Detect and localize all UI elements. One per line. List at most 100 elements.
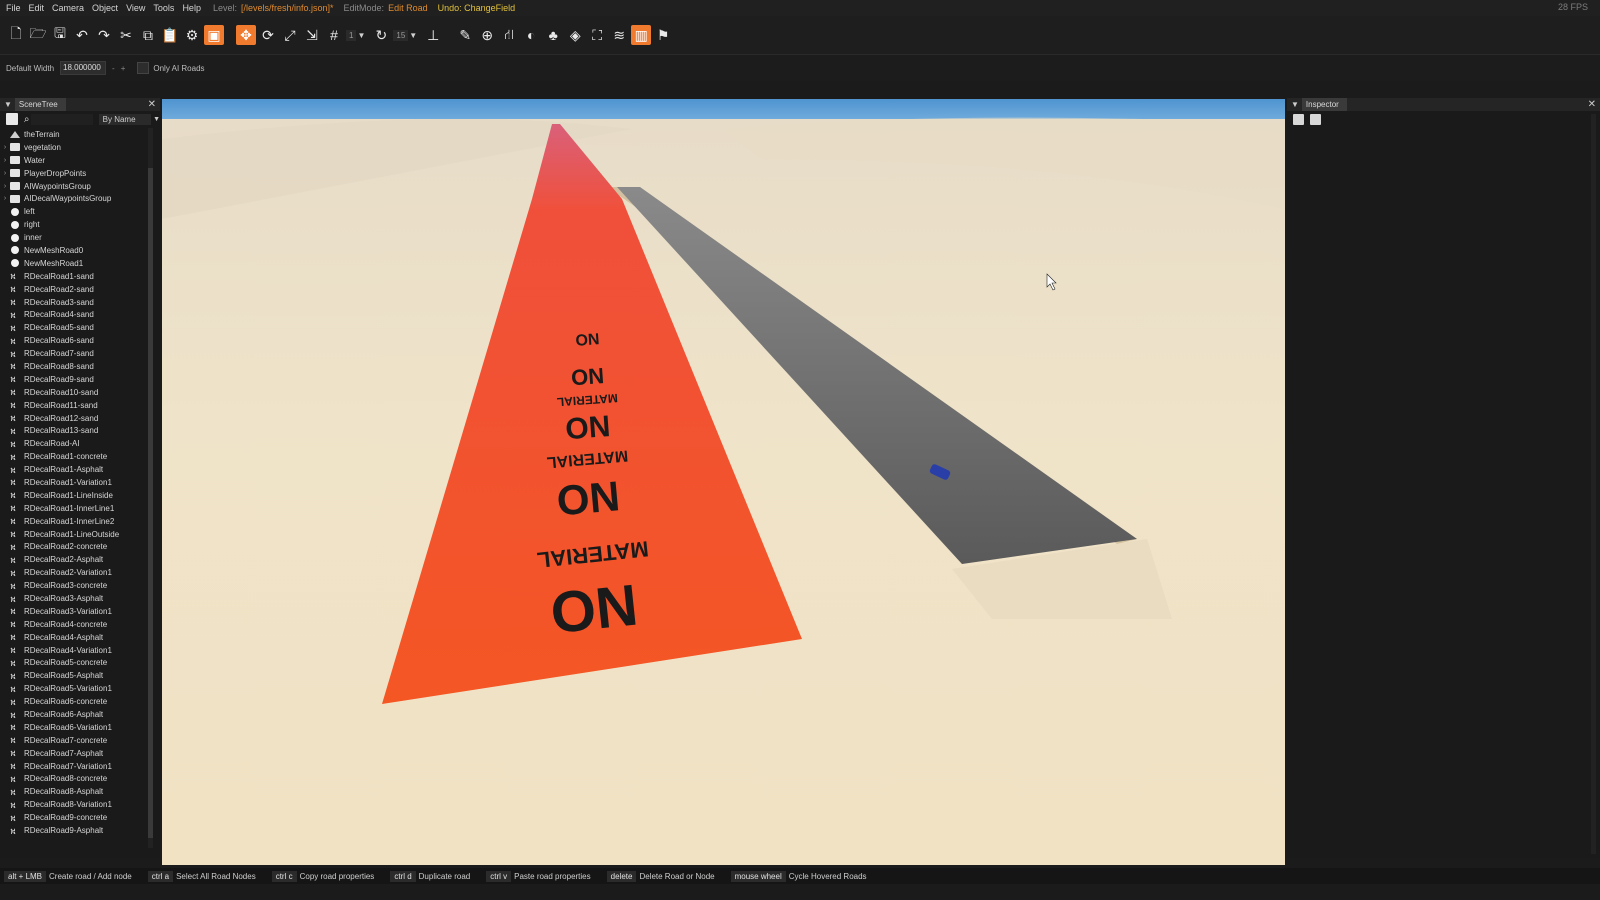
- scene-tree-item[interactable]: ⛕ RDecalRoad8-Variation1: [0, 798, 150, 811]
- new-file-icon[interactable]: 🗋: [6, 25, 26, 45]
- sort-dropdown-arrow-icon[interactable]: ▼: [153, 116, 160, 123]
- scene-tree-item[interactable]: › AIDecalWaypointsGroup: [0, 192, 150, 205]
- mesh-road-icon[interactable]: ▥: [631, 25, 652, 45]
- decal-icon[interactable]: ⛶: [587, 25, 607, 45]
- forest-icon[interactable]: ♣: [543, 25, 563, 45]
- settings-gear-icon[interactable]: ⚙: [182, 25, 202, 45]
- close-icon[interactable]: ✕: [148, 99, 156, 110]
- width-increment-button[interactable]: +: [121, 64, 126, 73]
- layers-icon[interactable]: ◈: [565, 25, 585, 45]
- scene-tree-item[interactable]: ⛕ RDecalRoad5-concrete: [0, 657, 150, 670]
- scene-tree-item[interactable]: ⛕ RDecalRoad4-concrete: [0, 618, 150, 631]
- scene-tree-item[interactable]: ⛕ RDecalRoad6-concrete: [0, 695, 150, 708]
- scene-tree-item[interactable]: ⛕ RDecalRoad5-Asphalt: [0, 669, 150, 682]
- scene-tree-item[interactable]: › vegetation: [0, 141, 150, 154]
- only-ai-roads-checkbox[interactable]: [137, 62, 150, 74]
- open-folder-icon[interactable]: 🗁: [28, 25, 48, 45]
- expand-arrow-icon[interactable]: ›: [0, 170, 10, 177]
- scene-tree-item[interactable]: ⛕ RDecalRoad2-Variation1: [0, 566, 150, 579]
- scene-tree-item[interactable]: ⛕ RDecalRoad4-Variation1: [0, 644, 150, 657]
- menu-tools[interactable]: Tools: [153, 3, 174, 13]
- default-width-input[interactable]: 18.000000: [60, 61, 107, 75]
- menu-camera[interactable]: Camera: [52, 3, 84, 13]
- expand-arrow-icon[interactable]: ›: [0, 183, 10, 190]
- scene-tree-item[interactable]: ⛕ RDecalRoad7-sand: [0, 347, 150, 360]
- scene-tree-item[interactable]: ⛕ RDecalRoad1-LineOutside: [0, 528, 150, 541]
- rotation-snap-value[interactable]: 15: [393, 29, 409, 41]
- scene-tree-item[interactable]: ⛕ RDecalRoad6-Variation1: [0, 721, 150, 734]
- scene-tree-item[interactable]: ⛕ RDecalRoad6-Asphalt: [0, 708, 150, 721]
- expand-arrow-icon[interactable]: ›: [0, 144, 10, 151]
- menu-object[interactable]: Object: [92, 3, 118, 13]
- scene-tree-item[interactable]: › AIWaypointsGroup: [0, 180, 150, 193]
- inspector-options-icon[interactable]: [1310, 113, 1321, 125]
- scene-tree-item[interactable]: NewMeshRoad1: [0, 257, 150, 270]
- menu-view[interactable]: View: [126, 3, 145, 13]
- scene-tree-tab[interactable]: SceneTree: [14, 98, 66, 111]
- scene-tree-item[interactable]: ⛕ RDecalRoad3-concrete: [0, 579, 150, 592]
- scene-tree-item[interactable]: ⛕ RDecalRoad8-concrete: [0, 773, 150, 786]
- road-icon[interactable]: ⛙: [499, 25, 519, 45]
- scene-tree-item[interactable]: ⛕ RDecalRoad10-sand: [0, 386, 150, 399]
- scene-tree-item[interactable]: ⛕ RDecalRoad5-Variation1: [0, 682, 150, 695]
- scene-tree-item[interactable]: ⛕ RDecalRoad1-Variation1: [0, 476, 150, 489]
- scene-tree-item[interactable]: ⛕ RDecalRoad4-sand: [0, 308, 150, 321]
- road-editor-icon[interactable]: ▣: [204, 25, 224, 45]
- scene-tree-item[interactable]: ⛕ RDecalRoad11-sand: [0, 399, 150, 412]
- snap-bounds-icon[interactable]: ⇲: [302, 25, 322, 45]
- width-decrement-button[interactable]: -: [112, 64, 115, 73]
- save-icon[interactable]: 🖫: [50, 25, 70, 45]
- scene-tree-item[interactable]: ⛕ RDecalRoad7-Asphalt: [0, 747, 150, 760]
- scene-tree-scrollbar[interactable]: [148, 128, 153, 848]
- scene-tree-item[interactable]: ⛕ RDecalRoad1-InnerLine2: [0, 515, 150, 528]
- terrain-paint-icon[interactable]: ◐: [521, 25, 541, 45]
- scene-tree-item[interactable]: ⛕ RDecalRoad2-sand: [0, 283, 150, 296]
- scene-tree-item[interactable]: ⛕ RDecalRoad3-sand: [0, 296, 150, 309]
- viewport-scene[interactable]: NO MATERIAL NO MATERIAL NO MATERIAL NO N…: [162, 99, 1285, 865]
- inspector-scrollbar[interactable]: [1591, 114, 1596, 854]
- paste-icon[interactable]: 📋: [160, 25, 180, 45]
- scene-tree-item[interactable]: ⛕ RDecalRoad5-sand: [0, 321, 150, 334]
- undo-icon[interactable]: ↶: [72, 25, 92, 45]
- scene-tree-item[interactable]: ⛕ RDecalRoad2-Asphalt: [0, 553, 150, 566]
- scene-tree-item[interactable]: ⛕ RDecalRoad9-sand: [0, 373, 150, 386]
- scene-tree-item[interactable]: ⛕ RDecalRoad4-Asphalt: [0, 631, 150, 644]
- redo-icon[interactable]: ↷: [94, 25, 114, 45]
- scene-tree-item[interactable]: left: [0, 205, 150, 218]
- scene-tree-item[interactable]: ⛕ RDecalRoad7-concrete: [0, 734, 150, 747]
- expand-arrow-icon[interactable]: ›: [0, 195, 10, 202]
- inspector-collapse-arrow-icon[interactable]: ▼: [1291, 100, 1299, 109]
- scene-tree-item[interactable]: › PlayerDropPoints: [0, 167, 150, 180]
- pencil-icon[interactable]: ✎: [455, 25, 475, 45]
- search-input[interactable]: [31, 113, 93, 125]
- sort-dropdown[interactable]: By Name: [98, 113, 152, 125]
- scene-tree-item[interactable]: theTerrain: [0, 128, 150, 141]
- rotation-dropdown-icon[interactable]: ▼: [409, 31, 417, 40]
- scene-tree-item[interactable]: ⛕ RDecalRoad7-Variation1: [0, 760, 150, 773]
- add-node-icon[interactable]: ⊕: [477, 25, 497, 45]
- expand-arrow-icon[interactable]: ›: [0, 157, 10, 164]
- copy-icon[interactable]: ⧉: [138, 25, 158, 45]
- drop-to-ground-icon[interactable]: ⊥: [423, 25, 443, 45]
- scene-tree-item[interactable]: ⛕ RDecalRoad12-sand: [0, 412, 150, 425]
- scene-tree-item[interactable]: ⛕ RDecalRoad1-LineInside: [0, 489, 150, 502]
- lock-icon[interactable]: [1293, 113, 1304, 125]
- scene-tree-item[interactable]: ⛕ RDecalRoad8-sand: [0, 360, 150, 373]
- cut-icon[interactable]: ✂: [116, 25, 136, 45]
- scene-tree-item[interactable]: ⛕ RDecalRoad3-Variation1: [0, 605, 150, 618]
- scene-tree-item[interactable]: ⛕ RDecalRoad6-sand: [0, 334, 150, 347]
- scene-tree-item[interactable]: inner: [0, 231, 150, 244]
- navigation-icon[interactable]: ⚑: [653, 25, 673, 45]
- inspector-close-icon[interactable]: ✕: [1588, 99, 1596, 110]
- scene-tree-item[interactable]: ⛕ RDecalRoad1-sand: [0, 270, 150, 283]
- scene-tree-item[interactable]: ⛕ RDecalRoad-AI: [0, 437, 150, 450]
- collapse-arrow-icon[interactable]: ▼: [4, 100, 12, 109]
- menu-edit[interactable]: Edit: [29, 3, 45, 13]
- scene-tree-item[interactable]: ⛕ RDecalRoad2-concrete: [0, 541, 150, 554]
- scene-tree-item[interactable]: ⛕ RDecalRoad3-Asphalt: [0, 592, 150, 605]
- scene-tree-item[interactable]: ⛕ RDecalRoad1-concrete: [0, 450, 150, 463]
- scene-tree-item[interactable]: ⛕ RDecalRoad1-InnerLine1: [0, 502, 150, 515]
- scene-tree-item[interactable]: ⛕ RDecalRoad9-Asphalt: [0, 824, 150, 837]
- inspector-tab[interactable]: Inspector: [1301, 98, 1347, 111]
- menu-file[interactable]: File: [6, 3, 21, 13]
